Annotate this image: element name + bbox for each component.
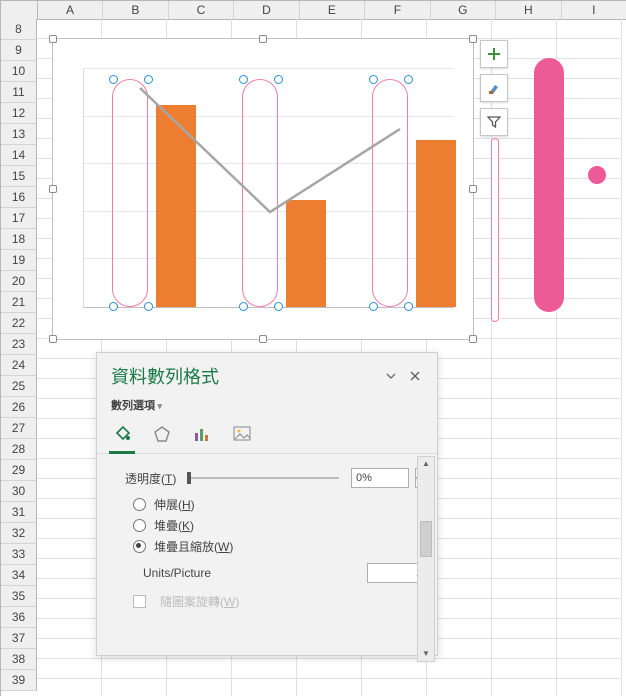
series-options-dropdown[interactable]: 數列選項 [111,400,162,412]
row-header[interactable]: 37 [1,628,37,649]
pink-filled-pill-shape[interactable] [534,58,564,312]
bar-chart-icon [193,425,211,443]
radio-stretch-label: 伸展(H) [154,496,195,513]
row-header[interactable]: 20 [1,271,37,292]
chart-filter-button[interactable] [480,108,508,136]
radio-stack-scale[interactable] [133,540,146,553]
transparency-slider[interactable] [188,477,339,479]
col-header[interactable]: C [169,1,234,20]
row-header[interactable]: 23 [1,334,37,355]
row-header[interactable]: 27 [1,418,37,439]
chart-flyout-buttons [480,40,506,136]
row-headers: 8 9 10 11 12 13 14 15 16 17 18 19 20 21 … [1,19,37,691]
row-header[interactable]: 32 [1,523,37,544]
row-header[interactable]: 36 [1,607,37,628]
pane-close-button[interactable] [407,368,423,384]
row-header[interactable]: 30 [1,481,37,502]
row-header[interactable]: 24 [1,355,37,376]
tab-effects[interactable] [151,423,173,445]
funnel-icon [487,115,501,129]
format-data-series-pane: 資料數列格式 數列選項 透明度(T) 0% ▲▼ [96,352,438,656]
col-header[interactable]: A [38,1,103,20]
row-header[interactable]: 28 [1,439,37,460]
col-header[interactable]: D [234,1,299,20]
plot-area[interactable] [83,69,454,308]
row-header[interactable]: 39 [1,670,37,691]
row-header[interactable]: 38 [1,649,37,670]
col-header[interactable]: G [431,1,496,20]
row-header[interactable]: 11 [1,82,37,103]
row-header[interactable]: 29 [1,460,37,481]
row-header[interactable]: 25 [1,376,37,397]
chevron-down-icon [386,371,396,381]
col-header[interactable]: B [103,1,168,20]
rotate-with-shape-label: 隨圖案旋轉(W) [160,593,239,610]
column-headers: A B C D E F G H I [1,1,626,19]
row-header[interactable]: 18 [1,229,37,250]
radio-stack-scale-label: 堆疊且縮放(W) [154,538,233,555]
row-header[interactable]: 33 [1,544,37,565]
close-icon [410,371,420,381]
col-header[interactable]: F [365,1,430,20]
scroll-down-icon[interactable]: ▼ [418,647,434,661]
brush-icon [487,81,501,95]
row-header[interactable]: 19 [1,250,37,271]
rotate-with-shape-checkbox [133,595,146,608]
transparency-value[interactable]: 0% [351,468,409,488]
picture-icon [233,425,251,443]
tab-fill-line[interactable] [111,423,133,445]
row-header[interactable]: 12 [1,103,37,124]
row-header[interactable]: 8 [1,19,37,40]
scroll-thumb[interactable] [420,521,432,557]
row-header[interactable]: 17 [1,208,37,229]
units-label: Units/Picture [143,566,211,580]
chart-object[interactable] [52,38,474,340]
row-header[interactable]: 22 [1,313,37,334]
paint-bucket-icon [112,424,132,444]
row-header[interactable]: 9 [1,40,37,61]
row-header[interactable]: 15 [1,166,37,187]
scroll-up-icon[interactable]: ▲ [418,457,434,471]
row-header[interactable]: 13 [1,124,37,145]
row-header[interactable]: 35 [1,586,37,607]
row-header[interactable]: 31 [1,502,37,523]
row-header[interactable]: 16 [1,187,37,208]
series-bar-3[interactable] [416,140,456,307]
pane-category-tabs [97,419,437,454]
radio-stack-label: 堆疊(K) [154,517,194,534]
series-pill-3[interactable] [372,79,408,307]
pentagon-icon [153,425,171,443]
row-header[interactable]: 14 [1,145,37,166]
tab-series-options[interactable] [191,423,213,445]
series-bar-1[interactable] [156,105,196,307]
series-pill-2[interactable] [242,79,278,307]
row-header[interactable]: 34 [1,565,37,586]
pink-dot-shape[interactable] [588,166,606,184]
radio-stack[interactable] [133,519,146,532]
col-header[interactable]: I [562,1,626,20]
series-bar-2[interactable] [286,200,326,307]
pane-title: 資料數列格式 [111,363,375,389]
plus-icon [487,47,501,61]
pane-options-dropdown[interactable] [383,368,399,384]
row-header[interactable]: 10 [1,61,37,82]
pink-outline-shape[interactable] [491,138,499,322]
row-header[interactable]: 21 [1,292,37,313]
col-header[interactable]: E [300,1,365,20]
select-all-corner[interactable] [1,1,38,20]
transparency-label: 透明度(T) [125,470,176,487]
pane-scrollbar[interactable]: ▲ ▼ [417,456,435,662]
row-header[interactable]: 26 [1,397,37,418]
radio-stretch[interactable] [133,498,146,511]
col-header[interactable]: H [496,1,561,20]
tab-picture[interactable] [231,423,253,445]
series-pill-1[interactable] [112,79,148,307]
chart-elements-button[interactable] [480,40,508,68]
chart-styles-button[interactable] [480,74,508,102]
